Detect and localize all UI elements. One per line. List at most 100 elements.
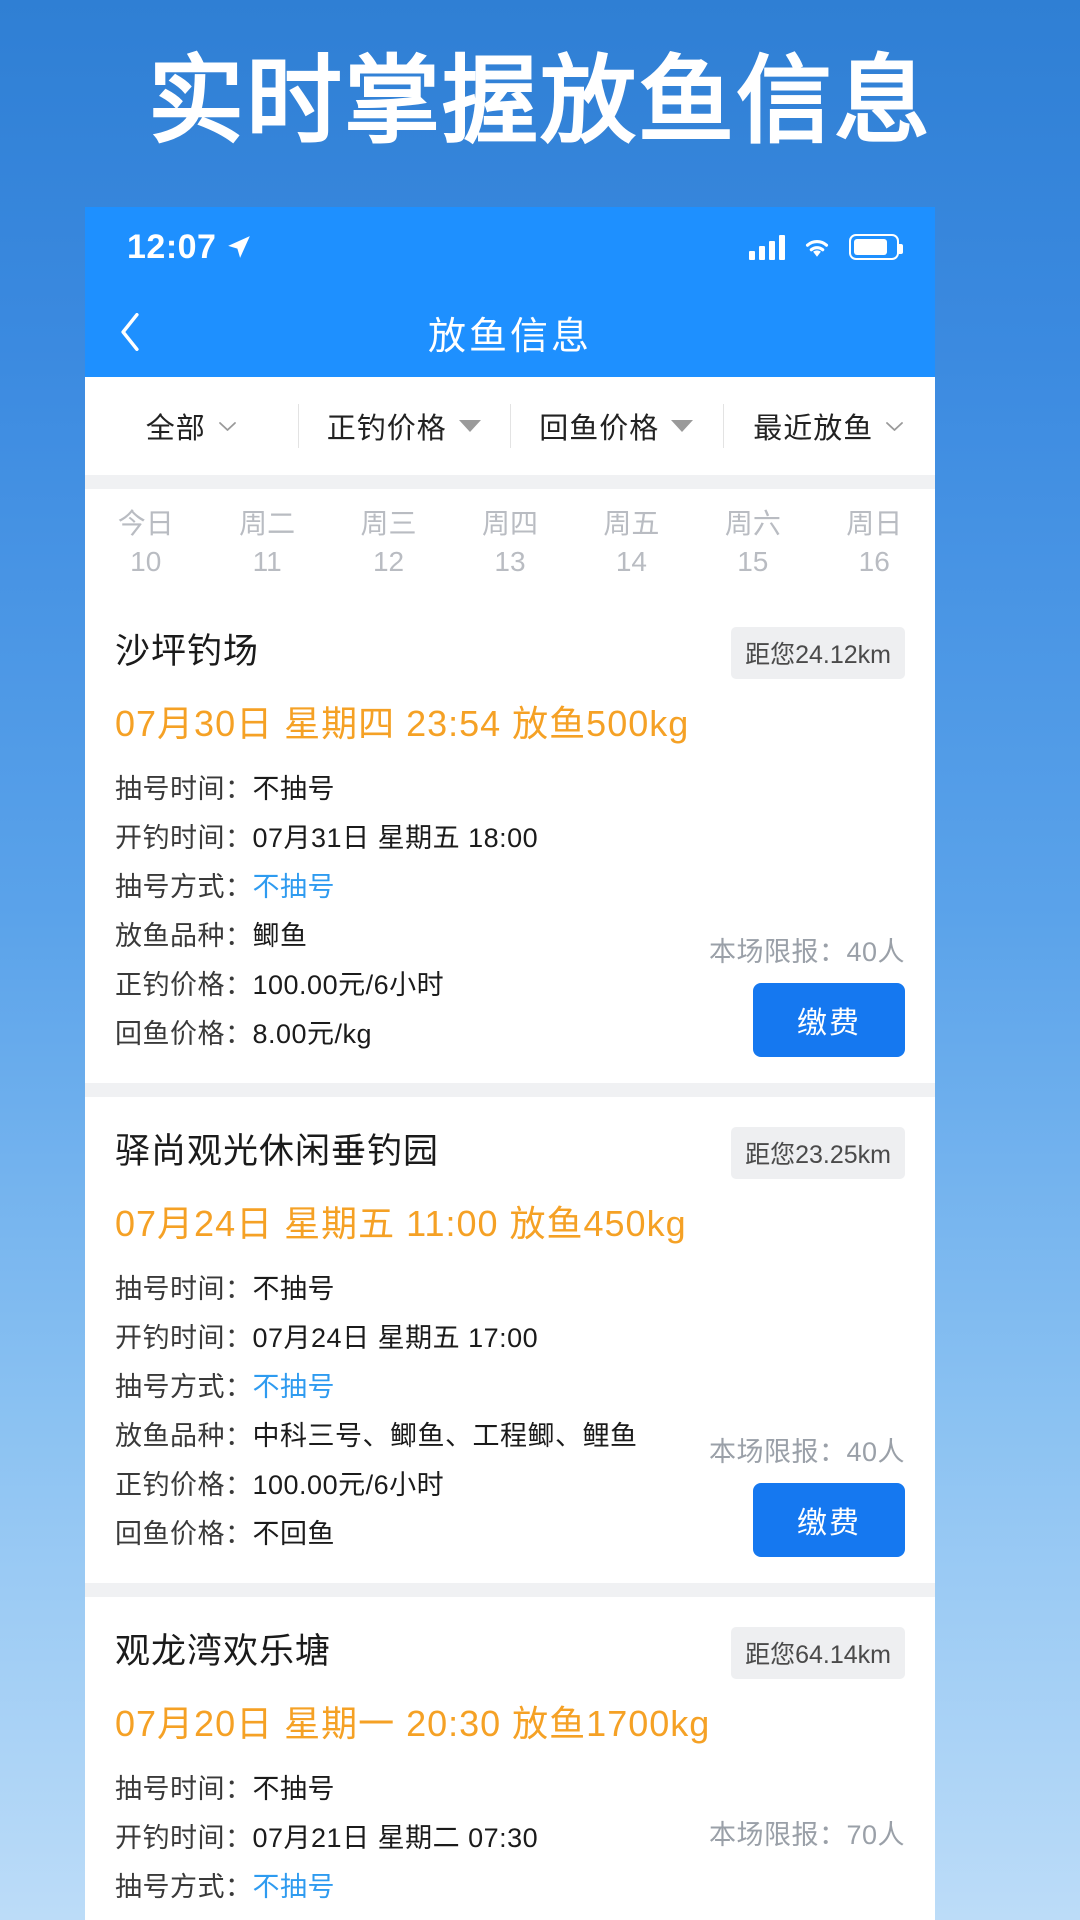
distance-badge: 距您23.25km	[731, 1127, 905, 1179]
filter-all[interactable]: 全部	[85, 377, 298, 475]
location-arrow-icon	[228, 236, 251, 258]
weekday-number: 10	[130, 546, 162, 577]
detail-value: 中科三号、鲫鱼、工程鲫、鲤鱼	[252, 1421, 638, 1451]
triangle-down-icon	[458, 420, 481, 432]
detail-fish-type: 放鱼品种：罗非鱼,鲤鱼,中科三号	[115, 1912, 905, 1920]
page-headline: 实时掌握放鱼信息	[148, 48, 932, 155]
release-card[interactable]: 驿尚观光休闲垂钓园 距您23.25km 07月24日 星期五 11:00 放鱼4…	[85, 1097, 935, 1583]
nav-bar: 放鱼信息	[85, 287, 935, 377]
venue-name: 观龙湾欢乐塘	[115, 1632, 332, 1671]
weekday-tab-4[interactable]: 周五 14	[571, 505, 692, 581]
weekday-number: 11	[252, 546, 282, 577]
weekday-number: 13	[494, 546, 526, 577]
detail-draw-method: 抽号方式：不抽号	[115, 1863, 905, 1912]
weekday-name: 周五	[603, 508, 660, 540]
release-list: 沙坪钓场 距您24.12km 07月30日 星期四 23:54 放鱼500kg …	[85, 597, 935, 1920]
detail-value: 100.00元/6小时	[252, 1470, 445, 1500]
battery-icon	[849, 234, 903, 260]
status-bar: 12:07	[85, 207, 935, 287]
distance-badge: 距您64.14km	[731, 1627, 905, 1679]
triangle-down-icon	[671, 420, 694, 432]
detail-label: 回鱼价格：	[115, 1019, 253, 1049]
chevron-down-icon	[886, 422, 904, 431]
detail-label: 回鱼价格：	[115, 1519, 253, 1549]
detail-value: 100.00元/6小时	[252, 970, 445, 1000]
weekday-number: 14	[615, 546, 647, 577]
phone-screen: 12:07 放鱼信息 全部 正钓价格 回鱼价格 最近放鱼 今日 10 周二 11…	[85, 207, 935, 1920]
weekday-tab-0[interactable]: 今日 10	[85, 505, 206, 581]
filter-buyback-price-label: 回鱼价格	[539, 413, 660, 445]
detail-draw-time: 抽号时间：不抽号	[115, 1765, 905, 1814]
wifi-icon	[805, 240, 829, 257]
detail-label: 抽号时间：	[115, 774, 253, 804]
detail-value[interactable]: 不抽号	[253, 1372, 336, 1402]
page-title: 放鱼信息	[427, 315, 592, 358]
detail-draw-method: 抽号方式：不抽号	[115, 863, 905, 912]
weekday-name: 周二	[239, 508, 296, 540]
card-actions: 本场限报：40人 缴费	[709, 1430, 905, 1557]
pay-button[interactable]: 缴费	[753, 983, 905, 1057]
detail-value: 07月21日 星期二 07:30	[252, 1823, 539, 1853]
weekday-tab-6[interactable]: 周日 16	[814, 505, 935, 581]
detail-value: 不抽号	[252, 774, 335, 804]
weekday-name: 周四	[481, 508, 538, 540]
weekday-tab-3[interactable]: 周四 13	[449, 505, 570, 581]
status-bar-right	[749, 234, 903, 260]
weekday-name: 周日	[846, 508, 903, 540]
weekday-tab-5[interactable]: 周六 15	[692, 505, 813, 581]
quota-text: 本场限报：70人	[708, 1820, 905, 1850]
detail-label: 开钓时间：	[115, 1323, 253, 1353]
release-card[interactable]: 观龙湾欢乐塘 距您64.14km 07月20日 星期一 20:30 放鱼1700…	[85, 1597, 935, 1920]
weekday-number: 15	[737, 546, 769, 577]
filter-main-price[interactable]: 正钓价格	[297, 377, 511, 475]
weekday-tab-1[interactable]: 周二 11	[206, 505, 327, 581]
detail-label: 抽号方式：	[115, 872, 253, 902]
detail-value: 鲫鱼	[252, 921, 308, 951]
detail-value: 不回鱼	[252, 1519, 335, 1549]
section-divider	[85, 475, 935, 489]
detail-start-time: 开钓时间：07月24日 星期五 17:00	[115, 1314, 905, 1363]
detail-label: 正钓价格：	[115, 970, 253, 1000]
venue-name: 驿尚观光休闲垂钓园	[115, 1132, 440, 1171]
release-summary: 07月24日 星期五 11:00 放鱼450kg	[115, 1203, 687, 1244]
detail-draw-method: 抽号方式：不抽号	[115, 1363, 905, 1412]
detail-value: 07月31日 星期五 18:00	[252, 823, 539, 853]
weekday-number: 12	[372, 546, 405, 577]
venue-name: 沙坪钓场	[115, 632, 260, 671]
filter-recent-release[interactable]: 最近放鱼	[722, 377, 936, 475]
detail-draw-time: 抽号时间：不抽号	[115, 1265, 905, 1314]
detail-label: 开钓时间：	[115, 823, 253, 853]
detail-value[interactable]: 不抽号	[253, 872, 336, 902]
card-actions: 本场限报：40人 缴费	[709, 930, 905, 1057]
chevron-down-icon	[218, 422, 236, 431]
pay-button[interactable]: 缴费	[753, 1483, 905, 1557]
detail-value[interactable]: 不抽号	[253, 1872, 336, 1902]
status-bar-left: 12:07	[127, 228, 252, 267]
filter-all-label: 全部	[145, 413, 206, 445]
filter-buyback-price[interactable]: 回鱼价格	[510, 377, 723, 475]
detail-label: 放鱼品种：	[115, 1421, 253, 1451]
weekday-tabs: 今日 10 周二 11 周三 12 周四 13 周五 14 周六 15 周日 1…	[85, 489, 935, 597]
weekday-name: 今日	[117, 508, 174, 540]
detail-label: 放鱼品种：	[115, 921, 253, 951]
quota-text: 本场限报：40人	[708, 1437, 905, 1467]
card-header: 驿尚观光休闲垂钓园 距您23.25km	[115, 1123, 905, 1179]
detail-value: 不抽号	[252, 1274, 335, 1304]
detail-value: 不抽号	[252, 1774, 335, 1804]
detail-value: 8.00元/kg	[252, 1019, 373, 1049]
back-button[interactable]	[85, 313, 175, 351]
detail-label: 抽号方式：	[115, 1372, 253, 1402]
detail-label: 正钓价格：	[115, 1470, 253, 1500]
status-time: 12:07	[127, 227, 217, 266]
release-card[interactable]: 沙坪钓场 距您24.12km 07月30日 星期四 23:54 放鱼500kg …	[85, 597, 935, 1083]
detail-draw-time: 抽号时间：不抽号	[115, 765, 905, 814]
filter-bar: 全部 正钓价格 回鱼价格 最近放鱼	[85, 377, 935, 475]
filter-recent-release-label: 最近放鱼	[753, 413, 874, 445]
detail-label: 抽号时间：	[115, 1274, 253, 1304]
filter-main-price-label: 正钓价格	[326, 413, 447, 445]
weekday-tab-2[interactable]: 周三 12	[328, 505, 449, 581]
detail-label: 抽号时间：	[115, 1774, 253, 1804]
release-summary: 07月30日 星期四 23:54 放鱼500kg	[115, 703, 690, 744]
distance-badge: 距您24.12km	[731, 627, 905, 679]
detail-label: 抽号方式：	[115, 1872, 253, 1902]
